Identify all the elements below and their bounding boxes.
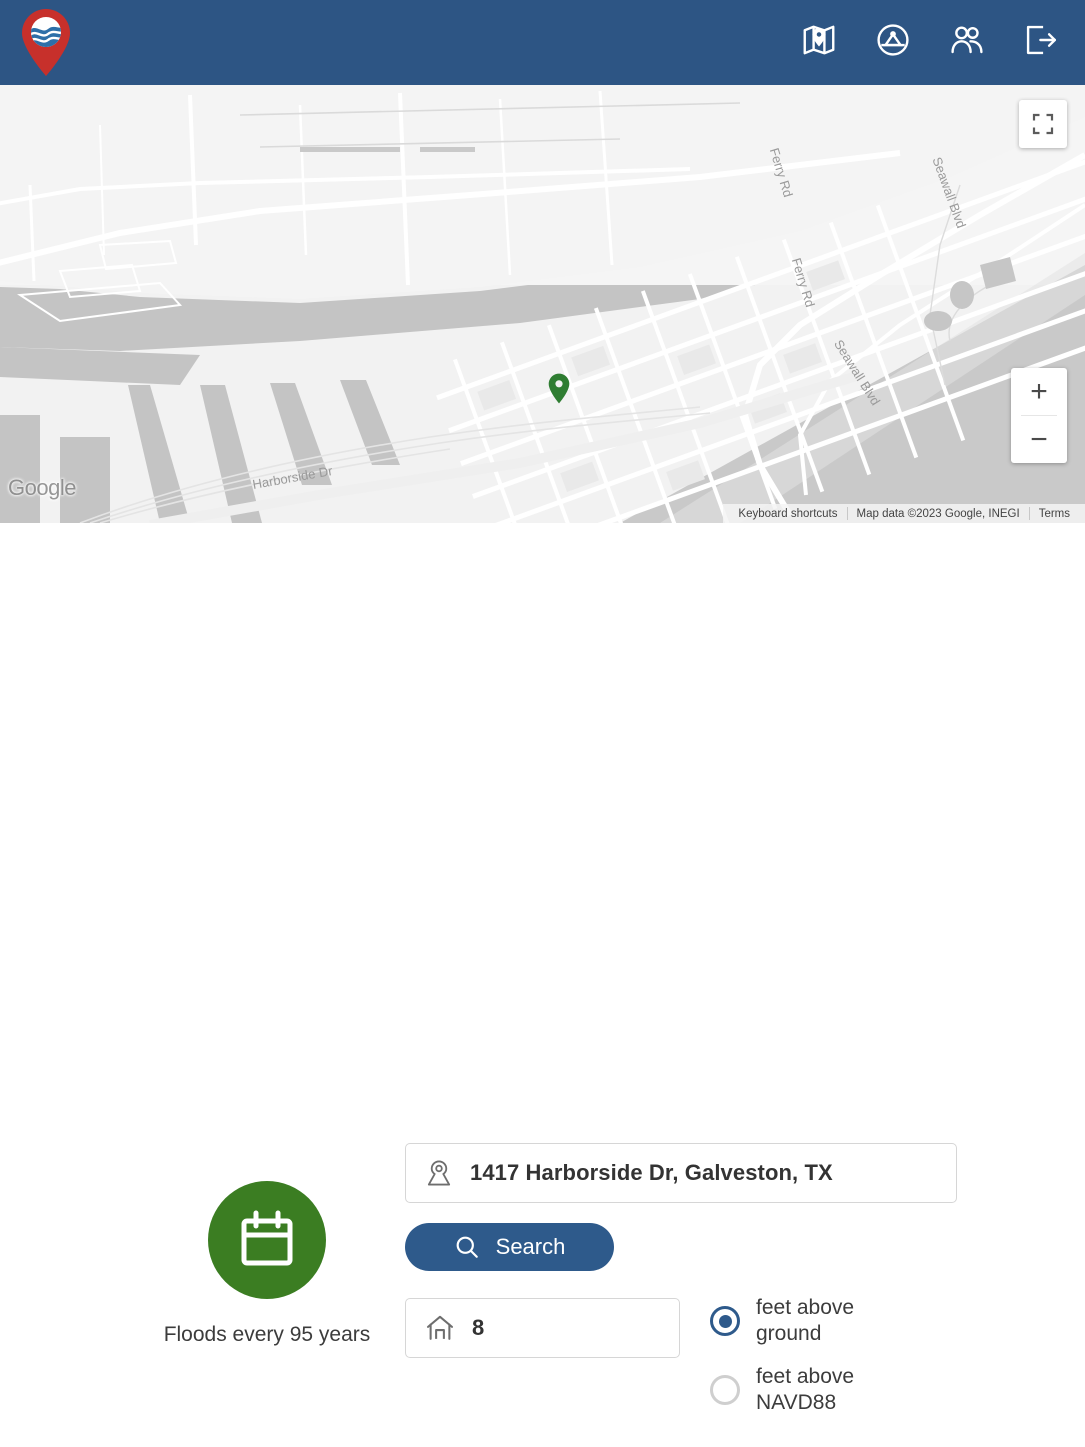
map-zoom-controls: + −: [1011, 368, 1067, 463]
radio-feet-above-ground-control[interactable]: [710, 1306, 740, 1337]
header-icon-bar: [801, 22, 1059, 58]
map-attribution-bar: Keyboard shortcuts Map data ©2023 Google…: [723, 504, 1085, 523]
location-marker[interactable]: [548, 373, 570, 404]
radio-navd-line2: NAVD88: [756, 1390, 837, 1414]
datum-radio-group: feet above ground feet above NAVD88: [710, 1295, 854, 1432]
flood-frequency-badge: Floods every 95 years: [148, 1181, 386, 1347]
flood-frequency-caption: Floods every 95 years: [163, 1323, 371, 1346]
map-fullscreen-button[interactable]: [1019, 100, 1067, 148]
noaa-pin-logo[interactable]: [20, 8, 72, 78]
map-zoom-out-button[interactable]: −: [1011, 416, 1067, 463]
radio-feet-above-navd88-control[interactable]: [710, 1374, 740, 1405]
radio-feet-above-navd88-label: feet above NAVD88: [756, 1364, 854, 1417]
search-button-label: Search: [495, 1234, 566, 1259]
radio-option-feet-above-navd88[interactable]: feet above NAVD88: [710, 1364, 854, 1417]
app-header: [0, 0, 1085, 85]
height-value: 8: [472, 1315, 485, 1340]
radio-option-feet-above-ground[interactable]: feet above ground: [710, 1295, 854, 1348]
map-tiles: [0, 85, 1085, 523]
radio-feet-above-ground-label: feet above ground: [756, 1295, 854, 1348]
dashboard-gauge-icon[interactable]: [875, 22, 911, 58]
calendar-icon: [241, 1210, 293, 1266]
radio-ground-line1: feet above: [756, 1296, 855, 1319]
address-input[interactable]: 1417 Harborside Dr, Galveston, TX: [405, 1143, 957, 1203]
house-icon: [426, 1315, 454, 1340]
map-pin-icon[interactable]: [801, 22, 837, 58]
logout-icon[interactable]: [1023, 22, 1059, 58]
terms-link[interactable]: Terms: [1030, 508, 1079, 520]
height-input[interactable]: 8: [405, 1298, 680, 1358]
search-button[interactable]: Search: [405, 1223, 614, 1271]
location-pin-icon: [427, 1160, 451, 1186]
keyboard-shortcuts-link[interactable]: Keyboard shortcuts: [729, 508, 846, 520]
radio-selected-dot: [718, 1314, 732, 1328]
map-graphics: [0, 85, 1085, 523]
map-zoom-in-button[interactable]: +: [1011, 368, 1067, 415]
radio-ground-line2: ground: [756, 1322, 822, 1346]
google-logo: Google: [8, 475, 76, 500]
frequency-badge-circle: [208, 1181, 326, 1299]
map-viewport[interactable]: Galveston Harborside Dr Ferry Rd Ferry R…: [0, 85, 1085, 523]
address-value: 1417 Harborside Dr, Galveston, TX: [470, 1160, 833, 1185]
radio-navd-line1: feet above: [756, 1364, 855, 1388]
users-icon[interactable]: [949, 22, 985, 58]
search-icon: [456, 1236, 478, 1258]
map-data-credit: Map data ©2023 Google, INEGI: [856, 507, 1020, 520]
